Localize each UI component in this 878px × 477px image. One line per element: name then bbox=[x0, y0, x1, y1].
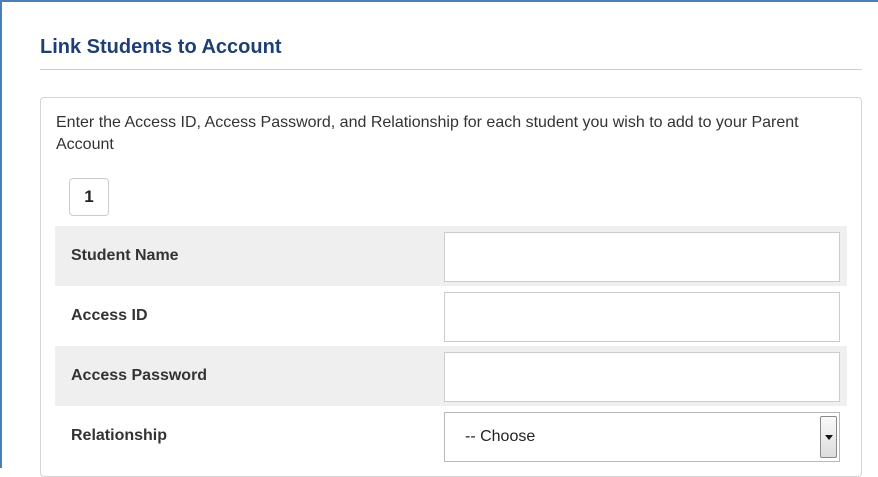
relationship-selected-value: -- Choose bbox=[465, 428, 536, 445]
page-title: Link Students to Account bbox=[40, 36, 282, 58]
select-dropdown-button[interactable] bbox=[820, 416, 837, 458]
student-name-input[interactable] bbox=[444, 232, 840, 282]
access-id-input[interactable] bbox=[444, 292, 840, 342]
student-form: Student Name Access ID Access Password R… bbox=[55, 226, 847, 466]
access-id-label: Access ID bbox=[71, 307, 148, 324]
access-id-row: Access ID bbox=[55, 286, 847, 346]
relationship-row: Relationship -- Choose bbox=[55, 406, 847, 466]
chevron-down-icon bbox=[825, 435, 833, 440]
relationship-label: Relationship bbox=[71, 427, 168, 444]
access-password-input[interactable] bbox=[444, 352, 840, 402]
access-password-label: Access Password bbox=[71, 367, 208, 384]
title-divider bbox=[40, 69, 862, 70]
relationship-select[interactable]: -- Choose bbox=[444, 412, 840, 462]
page-frame: Link Students to Account Enter the Acces… bbox=[0, 0, 878, 477]
instructions-text: Enter the Access ID, Access Password, an… bbox=[56, 114, 799, 153]
student-step-badge: 1 bbox=[69, 178, 109, 216]
student-name-label: Student Name bbox=[71, 247, 179, 264]
access-password-row: Access Password bbox=[55, 346, 847, 406]
link-students-panel: Enter the Access ID, Access Password, an… bbox=[40, 97, 862, 477]
student-name-row: Student Name bbox=[55, 226, 847, 286]
